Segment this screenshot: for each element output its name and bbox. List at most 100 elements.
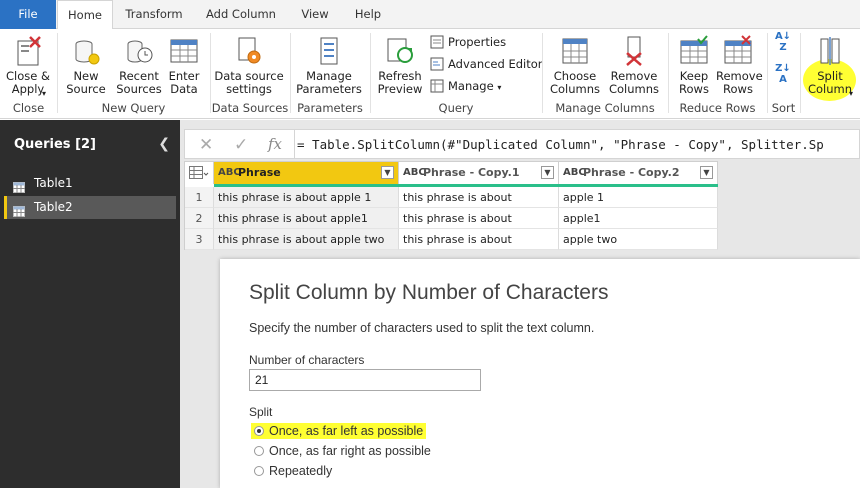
query-item-table2[interactable]: Table2 [4, 196, 176, 219]
remove-columns-button[interactable]: Remove Columns [606, 33, 662, 96]
choose-columns-label: Choose Columns [549, 69, 601, 96]
number-of-characters-label: Number of characters [249, 353, 365, 367]
dropdown-arrow-icon: ▾ [497, 83, 502, 92]
formula-bar: ✕ ✓ fx = Table.SplitColumn(#"Duplicated … [184, 129, 860, 159]
refresh-preview-button[interactable]: Refresh Preview [374, 33, 426, 96]
group-label-manage-columns: Manage Columns [555, 101, 655, 115]
radio-label: Once, as far right as possible [269, 444, 431, 458]
table-cell[interactable]: this phrase is about apple 1 [214, 187, 399, 208]
column-header-label: Phrase - Copy.1 [423, 166, 520, 179]
ribbon: Close & Apply ▾ New Source Recent Sources… [0, 29, 860, 119]
tab-file[interactable]: File [0, 0, 56, 29]
table-cell[interactable]: apple two [559, 229, 718, 250]
properties-label: Properties [448, 35, 507, 49]
recent-sources-icon [123, 35, 155, 67]
filter-dropdown-icon[interactable]: ▼ [700, 166, 713, 179]
column-header-phrase-copy-1[interactable]: ABC Phrase - Copy.1 ▼ [399, 162, 559, 184]
filter-dropdown-icon[interactable]: ▼ [541, 166, 554, 179]
table-cell[interactable]: apple 1 [559, 187, 718, 208]
group-label-data-sources: Data Sources [211, 101, 289, 115]
radio-once-right[interactable]: Once, as far right as possible [254, 444, 431, 458]
table-icon [13, 178, 25, 193]
choose-columns-button[interactable]: Choose Columns [547, 33, 603, 96]
data-grid: ABC Phrase ▼ ABC Phrase - Copy.1 ▼ ABC P… [184, 161, 718, 250]
manage-label: Manage [448, 79, 494, 93]
properties-button[interactable]: Properties [430, 35, 506, 49]
group-label-query: Query [438, 101, 474, 115]
manage-button[interactable]: Manage ▾ [430, 79, 501, 93]
radio-label: Once, as far left as possible [269, 424, 424, 438]
column-header-label: Phrase [238, 166, 281, 179]
group-label-parameters: Parameters [297, 101, 363, 115]
tab-home[interactable]: Home [57, 0, 113, 30]
table-cell[interactable]: this phrase is about apple two [214, 229, 399, 250]
settings-gear-icon [233, 35, 265, 67]
group-label-close: Close [12, 101, 45, 115]
confirm-formula-icon[interactable]: ✓ [234, 135, 248, 155]
sort-ascending-icon: A↓ Z [774, 31, 792, 53]
tab-view[interactable]: View [292, 0, 338, 29]
ribbon-tabs: File Home Transform Add Column View Help [0, 0, 860, 30]
separator [800, 33, 801, 113]
tab-help[interactable]: Help [345, 0, 391, 29]
properties-icon [430, 35, 444, 49]
radio-unselected-icon [254, 446, 264, 456]
dropdown-arrow-icon: ▾ [42, 89, 47, 98]
table-cell[interactable]: apple1 [559, 208, 718, 229]
separator [294, 130, 295, 158]
row-number: 1 [185, 187, 214, 208]
manage-parameters-button[interactable]: Manage Parameters [294, 33, 364, 96]
keep-rows-label: Keep Rows [679, 69, 709, 96]
sort-descending-button[interactable]: Z↓ A [770, 63, 796, 85]
tab-transform[interactable]: Transform [117, 0, 191, 29]
query-item-table1[interactable]: Table1 [4, 172, 176, 195]
column-header-phrase-copy-2[interactable]: ABC Phrase - Copy.2 ▼ [559, 162, 718, 184]
radio-repeatedly[interactable]: Repeatedly [254, 464, 332, 478]
radio-label: Repeatedly [269, 464, 333, 478]
tab-add-column[interactable]: Add Column [197, 0, 285, 29]
radio-selected-icon [254, 426, 264, 436]
manage-icon [430, 79, 444, 93]
refresh-preview-label: Refresh Preview [377, 69, 423, 96]
queries-header: Queries [2] [14, 137, 96, 152]
advanced-editor-icon [430, 57, 444, 71]
advanced-editor-button[interactable]: Advanced Editor [430, 57, 543, 71]
keep-rows-button[interactable]: Keep Rows [673, 33, 715, 96]
formula-text[interactable]: = Table.SplitColumn(#"Duplicated Column"… [297, 137, 824, 152]
table-cell[interactable]: this phrase is about [399, 208, 559, 229]
query-item-label: Table1 [34, 176, 73, 190]
filter-dropdown-icon[interactable]: ▼ [381, 166, 394, 179]
column-header-phrase[interactable]: ABC Phrase ▼ [214, 162, 399, 184]
split-column-button[interactable]: Split Column ▾ [805, 33, 855, 98]
data-source-settings-button[interactable]: Data source settings [214, 33, 284, 96]
sort-descending-icon: Z↓ A [775, 63, 791, 85]
table-cell[interactable]: this phrase is about [399, 229, 559, 250]
group-label-sort: Sort [771, 101, 796, 115]
group-label-reduce-rows: Reduce Rows [679, 101, 756, 115]
dialog-title: Split Column by Number of Characters [249, 281, 609, 304]
new-source-button[interactable]: New Source [62, 33, 110, 96]
close-apply-icon [12, 35, 44, 67]
refresh-icon [384, 35, 416, 67]
enter-data-button[interactable]: Enter Data [166, 33, 202, 96]
query-item-label: Table2 [34, 200, 73, 214]
fx-icon[interactable]: fx [268, 135, 282, 153]
remove-rows-icon [722, 35, 754, 67]
table-icon [13, 202, 25, 217]
collapse-chevron-icon[interactable]: ❮ [158, 136, 170, 152]
number-of-characters-input[interactable] [249, 369, 481, 391]
cancel-formula-icon[interactable]: ✕ [199, 135, 213, 155]
table-menu-button[interactable] [185, 162, 214, 184]
group-label-new-query: New Query [101, 101, 166, 115]
recent-sources-button[interactable]: Recent Sources [113, 33, 165, 96]
remove-rows-button[interactable]: Remove Rows [716, 33, 763, 96]
column-header-label: Phrase - Copy.2 [583, 166, 680, 179]
split-column-icon [814, 35, 846, 67]
sort-ascending-button[interactable]: A↓ Z [770, 31, 796, 53]
close-apply-button[interactable]: Close & Apply ▾ [4, 33, 52, 98]
table-cell[interactable]: this phrase is about apple1 [214, 208, 399, 229]
table-cell[interactable]: this phrase is about [399, 187, 559, 208]
row-number: 3 [185, 229, 214, 250]
advanced-editor-label: Advanced Editor [448, 57, 543, 71]
radio-once-left[interactable]: Once, as far left as possible [251, 423, 427, 439]
